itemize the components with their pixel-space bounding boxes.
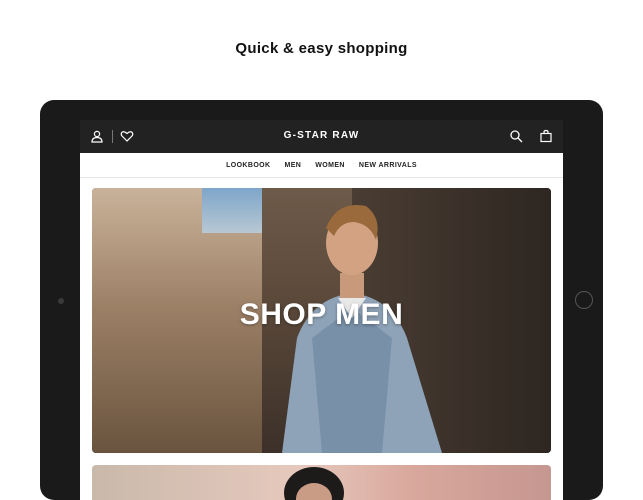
app-screen: G-STAR RAW LOOKBOOK MEN WOMEN NEW ARRIVA… — [80, 120, 563, 500]
secondary-model-photo — [284, 467, 344, 500]
category-nav: LOOKBOOK MEN WOMEN NEW ARRIVALS — [80, 153, 563, 178]
tablet-camera — [58, 298, 64, 304]
app-header: G-STAR RAW — [80, 120, 563, 153]
tablet-home-button — [575, 291, 593, 309]
nav-item-lookbook[interactable]: LOOKBOOK — [226, 162, 270, 169]
brand-logo[interactable]: G-STAR RAW — [80, 130, 563, 141]
promo-title: Quick & easy shopping — [235, 40, 408, 57]
tablet-frame: G-STAR RAW LOOKBOOK MEN WOMEN NEW ARRIVA… — [40, 100, 603, 500]
nav-item-men[interactable]: MEN — [284, 162, 301, 169]
hero-banner-secondary[interactable] — [92, 465, 551, 500]
search-icon[interactable] — [509, 129, 523, 143]
nav-item-women[interactable]: WOMEN — [315, 162, 345, 169]
hero-banner-shop-men[interactable]: SHOP MEN — [92, 188, 551, 453]
bag-icon[interactable] — [539, 129, 553, 143]
nav-item-new-arrivals[interactable]: NEW ARRIVALS — [359, 162, 417, 169]
hero-label[interactable]: SHOP MEN — [92, 298, 551, 332]
